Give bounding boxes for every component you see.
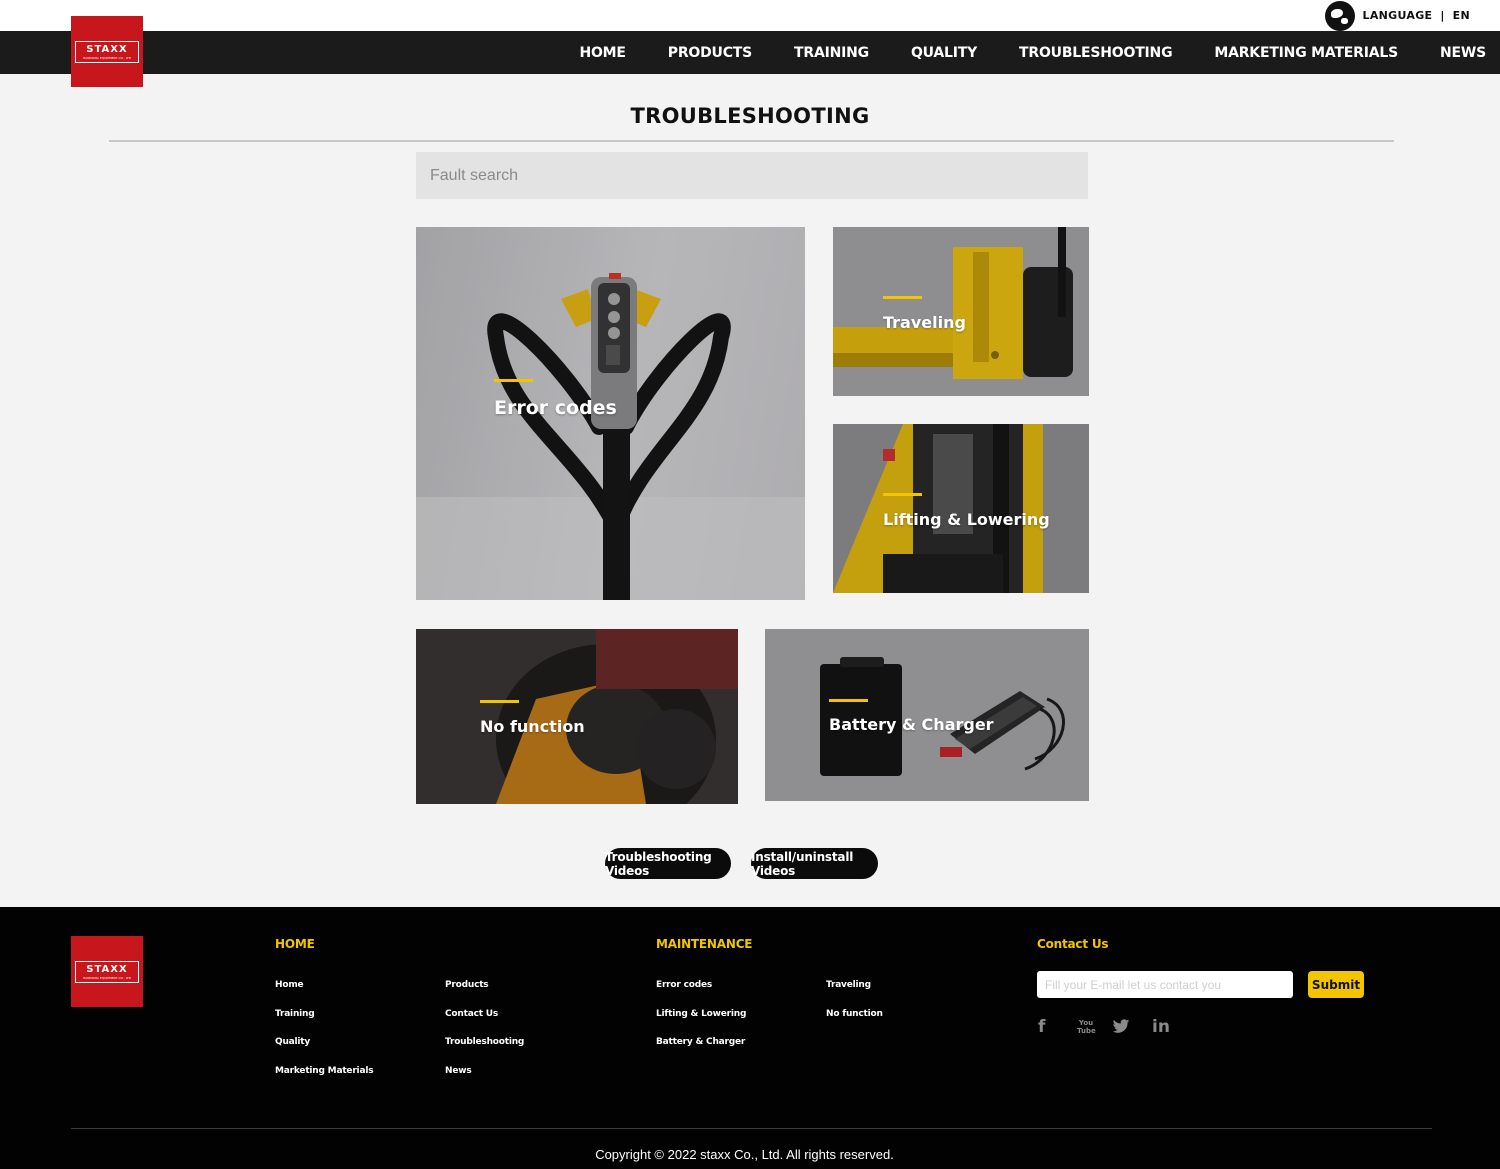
site-logo[interactable]: STAXX HANDLING EQUIPMENT CO., LTD <box>71 16 143 87</box>
nav-news[interactable]: NEWS <box>1440 45 1486 61</box>
nav-marketing-materials[interactable]: MARKETING MATERIALS <box>1214 45 1398 61</box>
footer-logo-mark: STAXX HANDLING EQUIPMENT CO., LTD <box>75 960 139 983</box>
footer-logo-subtext: HANDLING EQUIPMENT CO., LTD <box>82 975 132 980</box>
logo-mark: STAXX HANDLING EQUIPMENT CO., LTD <box>75 40 139 63</box>
footer-link-home[interactable]: Home <box>275 980 304 990</box>
linkedin-icon[interactable]: in <box>1152 1017 1170 1037</box>
footer-divider <box>71 1128 1432 1129</box>
tile-accent-bar <box>480 700 519 703</box>
main-nav: HOME PRODUCTS TRAINING QUALITY TROUBLESH… <box>537 31 1486 74</box>
footer-logo-text: STAXX <box>86 963 128 975</box>
footer-maintenance-title: MAINTENANCE <box>656 937 753 951</box>
language-label: LANGUAGE <box>1362 9 1433 22</box>
footer-email-input[interactable] <box>1037 971 1293 998</box>
footer-link-marketing-materials[interactable]: Marketing Materials <box>275 1066 374 1076</box>
language-current[interactable]: EN <box>1453 9 1470 22</box>
footer-link-news[interactable]: News <box>445 1066 472 1076</box>
footer-link-traveling[interactable]: Traveling <box>826 980 871 990</box>
tile-battery-charger[interactable]: Battery & Charger <box>765 629 1089 801</box>
footer-link-no-function[interactable]: No function <box>826 1009 883 1019</box>
tile-no-function[interactable]: No function <box>416 629 738 804</box>
footer-link-contact-us[interactable]: Contact Us <box>445 1009 498 1019</box>
footer-copyright: Copyright © 2022 staxx Co., Ltd. All rig… <box>595 1147 894 1162</box>
language-separator: | <box>1440 9 1445 22</box>
footer-link-training[interactable]: Training <box>275 1009 315 1019</box>
globe-icon <box>1324 0 1355 31</box>
footer-link-lifting-lowering[interactable]: Lifting & Lowering <box>656 1009 746 1019</box>
footer-submit-button[interactable]: Submit <box>1308 971 1364 998</box>
nav-troubleshooting[interactable]: TROUBLESHOOTING <box>1019 45 1173 61</box>
logo-text: STAXX <box>86 43 128 55</box>
install-uninstall-videos-button[interactable]: Install/uninstall Videos <box>751 848 878 879</box>
tile-traveling[interactable]: Traveling <box>833 227 1089 396</box>
youtube-icon[interactable]: You Tube <box>1077 1019 1096 1035</box>
main-navbar: HOME PRODUCTS TRAINING QUALITY TROUBLESH… <box>0 31 1500 74</box>
facebook-icon[interactable]: f <box>1038 1017 1045 1037</box>
footer-link-products[interactable]: Products <box>445 980 489 990</box>
troubleshooting-videos-button[interactable]: Troubleshooting Videos <box>605 848 731 879</box>
tile-overlay <box>833 227 1089 396</box>
tile-label-lifting-lowering: Lifting & Lowering <box>883 510 1050 529</box>
tile-label-error-codes: Error codes <box>494 397 617 419</box>
tile-label-no-function: No function <box>480 717 585 736</box>
nav-products[interactable]: PRODUCTS <box>668 45 752 61</box>
fault-search-input[interactable] <box>416 152 1088 199</box>
tile-label-traveling: Traveling <box>883 313 966 332</box>
tile-accent-bar <box>494 379 533 382</box>
page-title: TROUBLESHOOTING <box>630 104 870 128</box>
footer-link-error-codes[interactable]: Error codes <box>656 980 712 990</box>
footer-logo[interactable]: STAXX HANDLING EQUIPMENT CO., LTD <box>71 936 143 1007</box>
twitter-icon[interactable] <box>1112 1019 1130 1038</box>
language-selector[interactable]: LANGUAGE | EN <box>1324 0 1470 31</box>
site-footer: STAXX HANDLING EQUIPMENT CO., LTD HOME H… <box>0 907 1500 1169</box>
logo-subtext: HANDLING EQUIPMENT CO., LTD <box>82 55 132 60</box>
tile-accent-bar <box>883 493 922 496</box>
top-utility-bar: LANGUAGE | EN <box>0 0 1500 31</box>
tile-overlay <box>833 424 1089 593</box>
footer-contact-title: Contact Us <box>1037 937 1109 951</box>
title-divider <box>109 140 1394 142</box>
footer-link-quality[interactable]: Quality <box>275 1037 310 1047</box>
footer-link-troubleshooting[interactable]: Troubleshooting <box>445 1037 524 1047</box>
nav-home[interactable]: HOME <box>579 45 626 61</box>
tile-accent-bar <box>829 699 868 702</box>
footer-link-battery-charger[interactable]: Battery & Charger <box>656 1037 745 1047</box>
tile-label-battery-charger: Battery & Charger <box>829 715 994 734</box>
nav-training[interactable]: TRAINING <box>794 45 869 61</box>
footer-home-title: HOME <box>275 937 315 951</box>
tile-accent-bar <box>883 296 922 299</box>
tile-error-codes[interactable]: Error codes <box>416 227 805 600</box>
tile-lifting-lowering[interactable]: Lifting & Lowering <box>833 424 1089 593</box>
nav-quality[interactable]: QUALITY <box>911 45 977 61</box>
